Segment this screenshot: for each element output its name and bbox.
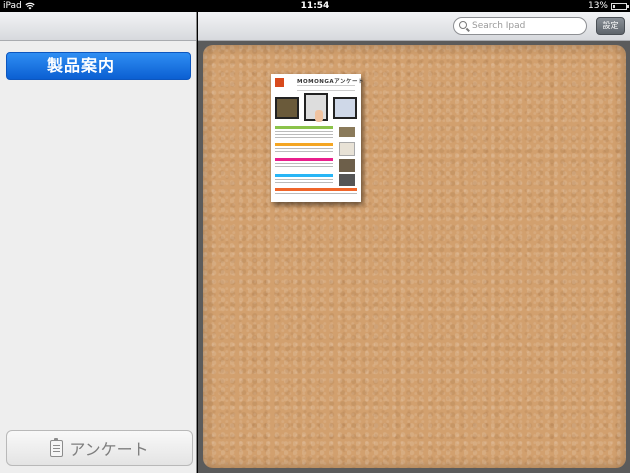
section-band bbox=[275, 174, 333, 177]
corkboard: MOMONGAアンケート bbox=[203, 45, 626, 468]
momonga-logo bbox=[275, 78, 284, 87]
settings-button[interactable]: 設定 bbox=[596, 17, 625, 35]
sidebar: 製品案内 アンケート bbox=[0, 12, 197, 473]
section-band bbox=[275, 158, 333, 161]
section-band bbox=[275, 143, 333, 146]
section-image bbox=[339, 127, 355, 137]
clipboard-icon bbox=[50, 437, 64, 457]
battery-icon bbox=[611, 2, 629, 10]
battery-percent: 13% bbox=[587, 1, 608, 11]
search-icon bbox=[459, 21, 467, 29]
section-image bbox=[339, 174, 355, 186]
document-subtitle-lines bbox=[297, 85, 355, 91]
document-title: MOMONGAアンケート bbox=[297, 79, 364, 85]
section-band bbox=[275, 126, 333, 129]
hand-image bbox=[315, 110, 323, 122]
section-text bbox=[275, 131, 333, 143]
search-placeholder: Search Ipad bbox=[472, 21, 526, 31]
main-toolbar: Search Ipad 設定 bbox=[198, 12, 630, 41]
status-bar: iPad 11:54 13% bbox=[0, 0, 630, 12]
status-time: 11:54 bbox=[300, 1, 330, 11]
survey-button[interactable]: アンケート bbox=[6, 430, 193, 466]
search-input[interactable]: Search Ipad bbox=[453, 17, 587, 35]
status-right: 13% bbox=[587, 0, 629, 12]
section-text bbox=[275, 193, 357, 205]
section-image bbox=[339, 142, 355, 156]
sidebar-header bbox=[0, 12, 196, 41]
document-thumbnail[interactable]: MOMONGAアンケート bbox=[271, 74, 364, 205]
main-panel: Search Ipad 設定 MOMONGAアンケート bbox=[198, 12, 630, 473]
product-info-button[interactable]: 製品案内 bbox=[6, 52, 191, 80]
section-image bbox=[339, 159, 355, 172]
survey-button-label: アンケート bbox=[69, 440, 149, 459]
section-band bbox=[275, 188, 357, 191]
